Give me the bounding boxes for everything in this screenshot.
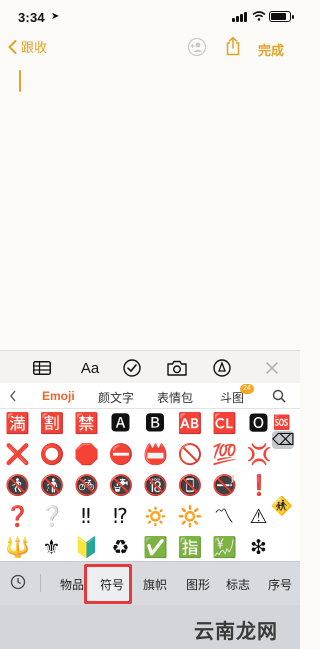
emoji-key[interactable]: ✅ <box>143 535 168 559</box>
emoji-key[interactable]: ❇ <box>247 535 271 559</box>
nav-bar: 跟收 完成 <box>0 34 300 62</box>
emoji-key[interactable]: 💢 <box>247 442 272 466</box>
watermark: 云南龙网 <box>194 621 278 643</box>
emoji-key[interactable]: 🅱 <box>143 411 167 435</box>
emoji-key[interactable]: 🔆 <box>178 504 203 528</box>
chevron-left-icon <box>8 39 17 54</box>
emoji-key[interactable]: 🈹 <box>40 411 65 435</box>
status-time: 3:34 <box>18 10 45 25</box>
emoji-key[interactable]: 〽 <box>212 504 236 528</box>
emoji-key[interactable]: ❗ <box>247 473 272 497</box>
tab-objects[interactable]: 物品 <box>60 576 84 593</box>
text-cursor <box>19 70 21 92</box>
emoji-key[interactable]: ❓ <box>5 504 30 528</box>
done-button[interactable]: 完成 <box>258 40 284 59</box>
emoji-key[interactable]: ❌ <box>5 442 30 466</box>
table-icon[interactable] <box>32 358 52 378</box>
tab-shapes[interactable]: 图形 <box>186 576 210 593</box>
children-crossing-icon[interactable]: 🚸 <box>270 495 294 519</box>
emoji-key[interactable]: 🆎 <box>178 411 203 435</box>
category-kaomoji[interactable]: 颜文字 <box>98 389 134 406</box>
emoji-key[interactable]: ⭕ <box>40 442 65 466</box>
emoji-keyboard: Emoji 颜文字 表情包 斗图 24 🆘 ⌫ 🚸 🈵 🈹 🈲 🅰 🅱 🆎 🆑 🅾 ❌ ⭕ 🛑 ⛔ 📛 🚫… <box>0 383 300 649</box>
emoji-key[interactable]: 🅾 <box>247 411 271 435</box>
emoji-key[interactable]: 🈵 <box>5 411 30 435</box>
emoji-key[interactable]: ⁉ <box>109 504 133 528</box>
add-people-icon[interactable] <box>187 37 207 57</box>
wifi-icon <box>252 11 266 21</box>
keyboard-category-bar: Emoji 颜文字 表情包 斗图 24 <box>0 383 300 409</box>
markup-icon[interactable] <box>212 358 232 378</box>
emoji-key[interactable]: 📵 <box>178 473 203 497</box>
emoji-key[interactable]: 🚫 <box>178 442 203 466</box>
location-icon: ➤ <box>51 11 60 22</box>
emoji-key[interactable]: 🔰 <box>74 535 99 559</box>
category-emoji[interactable]: Emoji <box>42 389 75 403</box>
cellular-signal-icon <box>232 12 248 22</box>
note-body[interactable] <box>0 62 300 350</box>
back-button[interactable]: 跟收 <box>8 37 47 56</box>
emoji-tab-bar: 物品 符号 旗帜 图形 标志 序号 <box>0 561 300 605</box>
emoji-key[interactable]: 💯 <box>212 442 237 466</box>
category-stickers[interactable]: 表情包 <box>157 389 193 406</box>
close-icon[interactable] <box>262 358 282 378</box>
emoji-key[interactable]: 🚭 <box>212 473 237 497</box>
emoji-key[interactable]: 💹 <box>212 535 237 559</box>
text-format-button[interactable]: Aa <box>78 358 102 378</box>
tab-divider <box>40 574 41 592</box>
status-bar: 3:34 ➤ <box>0 0 300 34</box>
camera-icon[interactable] <box>167 358 187 378</box>
emoji-key[interactable]: 🔱 <box>5 535 30 559</box>
search-icon[interactable] <box>272 389 286 403</box>
emoji-key[interactable]: 🔞 <box>143 473 168 497</box>
format-toolbar: Aa <box>0 350 300 383</box>
chevron-left-icon[interactable] <box>8 389 18 403</box>
emoji-grid: 🆘 ⌫ 🚸 🈵 🈹 🈲 🅰 🅱 🆎 🆑 🅾 ❌ ⭕ 🛑 ⛔ 📛 🚫 💯 💢 🚷 🚯 🚳 🚱 🔞 📵 🚭 ❗ ❓ ❔ ‼ ⁉ 🔅 🔆 〽 ⚠ 🔱 ⚜… <box>0 409 300 561</box>
keyboard-bottom-bar: 云南龙网 <box>0 605 300 649</box>
emoji-key[interactable]: 🚯 <box>40 473 65 497</box>
emoji-key[interactable]: ♻ <box>109 535 133 559</box>
emoji-key[interactable]: 🚷 <box>5 473 30 497</box>
emoji-key[interactable]: 🈯 <box>178 535 203 559</box>
tab-signs[interactable]: 标志 <box>226 576 250 593</box>
back-label: 跟收 <box>21 40 48 55</box>
emoji-key[interactable]: ⚠ <box>247 504 271 528</box>
emoji-key[interactable]: ⚜ <box>40 535 64 559</box>
emoji-key[interactable]: 🆑 <box>212 411 237 435</box>
emoji-key[interactable]: ⛔ <box>109 442 134 466</box>
tab-flags[interactable]: 旗帜 <box>143 576 167 593</box>
delete-key-icon[interactable]: ⌫ <box>272 431 295 449</box>
checklist-icon[interactable] <box>122 358 142 378</box>
emoji-key[interactable]: 🛑 <box>74 442 99 466</box>
clock-icon[interactable] <box>10 574 26 590</box>
emoji-key[interactable]: 📛 <box>143 442 168 466</box>
emoji-key[interactable]: ‼ <box>74 504 98 528</box>
emoji-key[interactable]: 🚱 <box>109 473 134 497</box>
tab-numbers[interactable]: 序号 <box>268 576 292 593</box>
emoji-key[interactable]: 🚳 <box>74 473 99 497</box>
emoji-key[interactable]: 🅰 <box>109 411 133 435</box>
new-count-badge: 24 <box>240 384 254 394</box>
battery-icon <box>269 11 294 22</box>
share-icon[interactable] <box>224 36 242 56</box>
emoji-key[interactable]: 🈲 <box>74 411 99 435</box>
emoji-key[interactable]: 🔅 <box>143 504 168 528</box>
emoji-key[interactable]: ❔ <box>40 504 65 528</box>
tab-symbols[interactable]: 符号 <box>100 576 124 593</box>
